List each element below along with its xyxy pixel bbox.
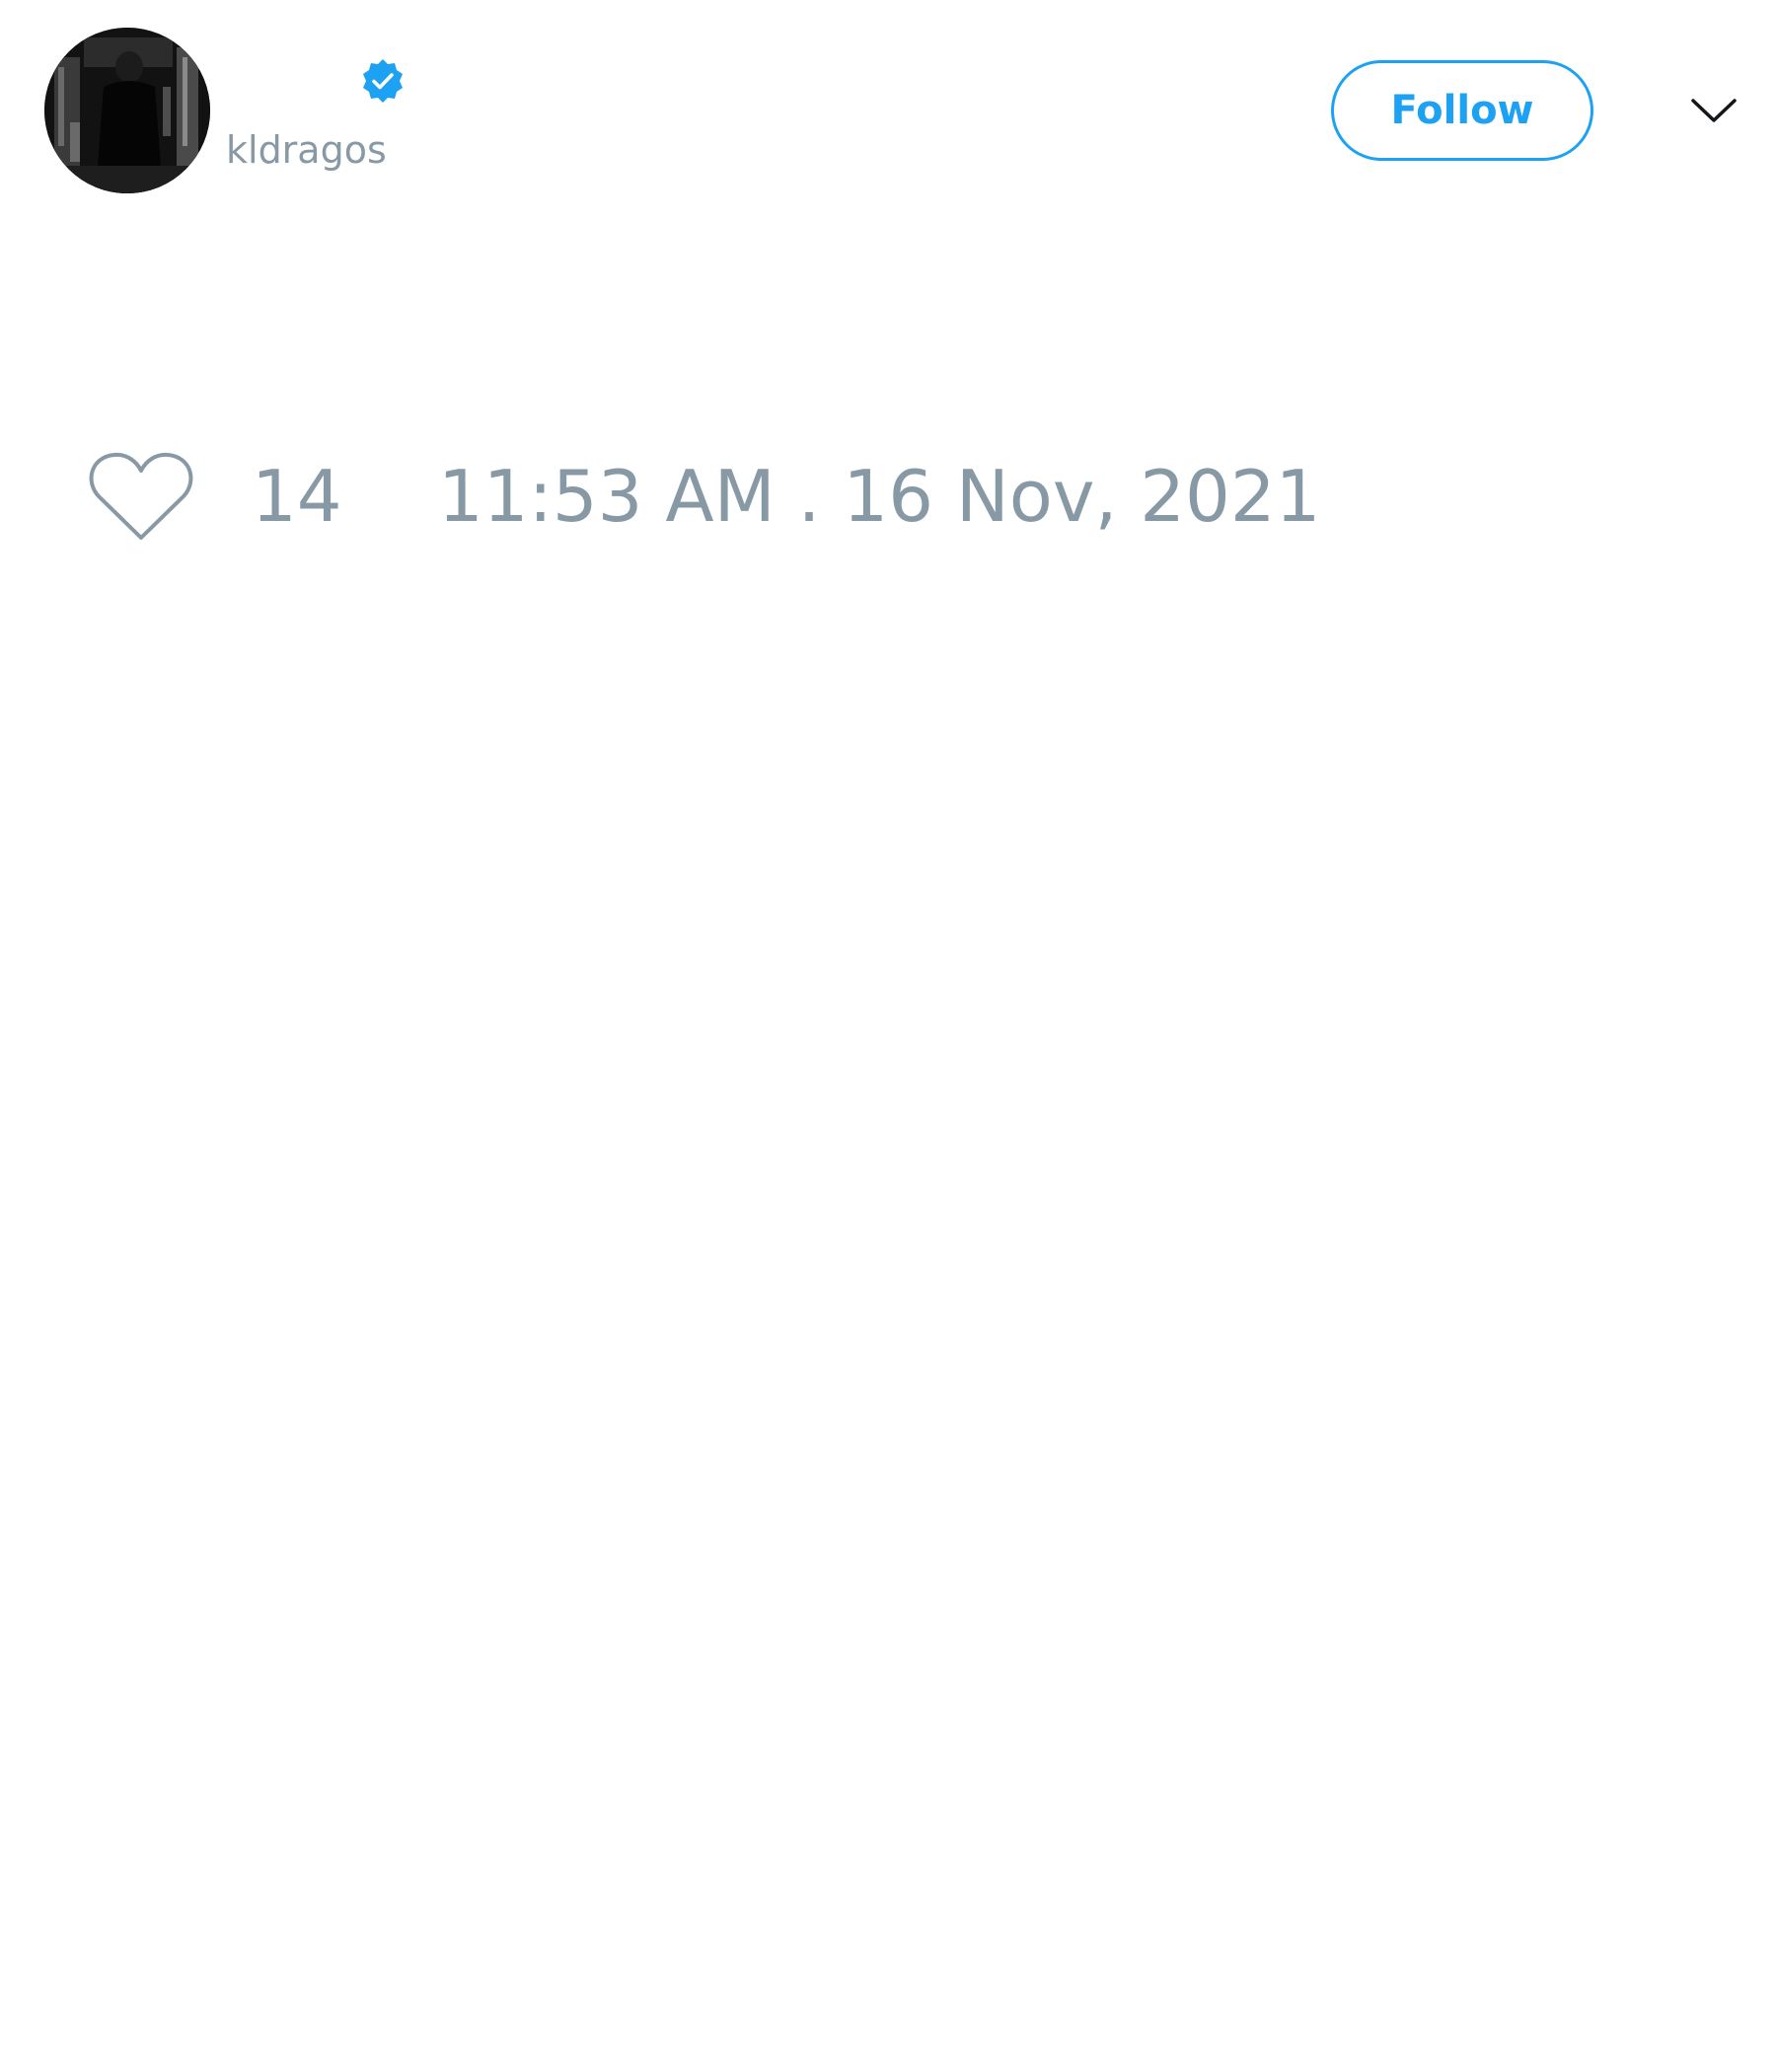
tweet-timestamp[interactable]: 11:53 AM . 16 Nov, 2021 [438,454,1320,539]
user-handle[interactable]: kldragos [226,126,387,174]
heart-icon[interactable] [87,447,195,546]
chevron-down-icon[interactable] [1689,91,1739,130]
avatar[interactable] [44,28,210,193]
tweet-header: kldragos Follow [0,0,1776,227]
like-count: 14 [252,455,342,538]
follow-button[interactable]: Follow [1331,60,1593,161]
avatar-photo [44,28,210,193]
tweet-footer: 14 11:53 AM . 16 Nov, 2021 [0,434,1776,553]
verified-badge-icon [363,59,403,103]
display-name[interactable] [227,54,355,106]
